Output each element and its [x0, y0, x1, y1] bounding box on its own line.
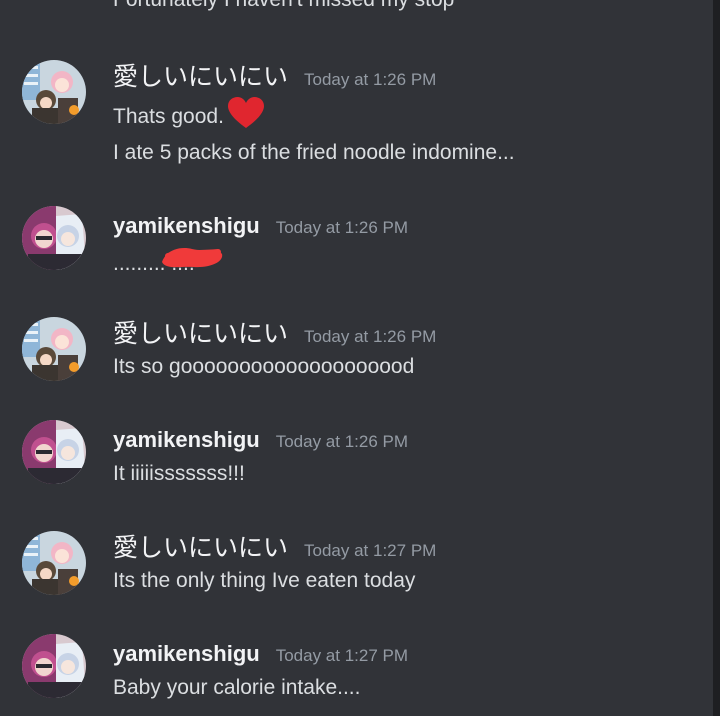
message-content: Fortunately I haven't missed my stop [113, 0, 454, 13]
red-heart-emoji [227, 97, 264, 136]
avatar[interactable] [22, 634, 86, 698]
message-header: yamikenshigu Today at 1:26 PM [113, 427, 408, 453]
message-header: 愛しいにいにい Today at 1:26 PM [113, 314, 436, 350]
chat-message-list: Fortunately I haven't missed my stop 愛しい… [0, 0, 720, 716]
username[interactable]: yamikenshigu [113, 213, 260, 239]
avatar[interactable] [22, 531, 86, 595]
message-content: It iiiiisssssss!!! [113, 462, 245, 485]
redaction-scribble [162, 248, 223, 268]
username[interactable]: yamikenshigu [113, 641, 260, 667]
message-content: Its the only thing Ive eaten today [113, 569, 416, 592]
timestamp[interactable]: Today at 1:27 PM [276, 646, 408, 666]
message-content: Baby your calorie intake.... [113, 676, 361, 699]
message-header: yamikenshigu Today at 1:26 PM [113, 213, 408, 239]
message-header: yamikenshigu Today at 1:27 PM [113, 641, 408, 667]
timestamp[interactable]: Today at 1:26 PM [304, 70, 436, 90]
username[interactable]: 愛しいにいにい [113, 57, 288, 93]
avatar[interactable] [22, 420, 86, 484]
message-header: 愛しいにいにい Today at 1:27 PM [113, 528, 436, 564]
message-text: Thats good. [113, 105, 224, 128]
timestamp[interactable]: Today at 1:27 PM [304, 541, 436, 561]
timestamp[interactable]: Today at 1:26 PM [276, 432, 408, 452]
username[interactable]: yamikenshigu [113, 427, 260, 453]
message-header: 愛しいにいにい Today at 1:26 PM [113, 57, 436, 93]
message-content: I ate 5 packs of the fried noodle indomi… [113, 141, 515, 164]
scroll-edge [713, 0, 720, 716]
avatar[interactable] [22, 60, 86, 124]
message-content: Thats good. [113, 97, 264, 136]
message-content: Its so goooooooooooooooooood [113, 355, 415, 378]
avatar[interactable] [22, 206, 86, 270]
timestamp[interactable]: Today at 1:26 PM [276, 218, 408, 238]
avatar[interactable] [22, 317, 86, 381]
timestamp[interactable]: Today at 1:26 PM [304, 327, 436, 347]
username[interactable]: 愛しいにいにい [113, 314, 288, 350]
username[interactable]: 愛しいにいにい [113, 528, 288, 564]
